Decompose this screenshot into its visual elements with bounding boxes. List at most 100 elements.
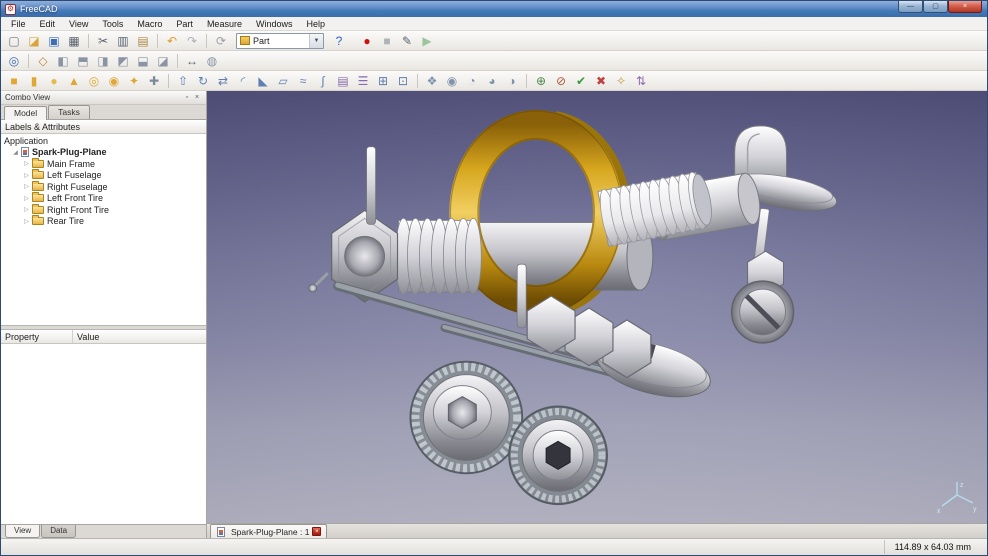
measure-distance-icon[interactable]: ↔ bbox=[183, 52, 201, 70]
macro-edit-icon[interactable]: ✎ bbox=[398, 32, 416, 50]
chamfer-icon[interactable]: ◣ bbox=[254, 72, 272, 90]
expander-icon[interactable]: ▷ bbox=[22, 195, 31, 202]
copy-icon[interactable]: ▥ bbox=[114, 32, 132, 50]
tree-root-application[interactable]: Application bbox=[1, 135, 206, 147]
print-icon[interactable]: ▦ bbox=[65, 32, 83, 50]
axonometric-view-icon[interactable]: ◇ bbox=[34, 52, 52, 70]
split-icon[interactable]: ⊘ bbox=[552, 72, 570, 90]
document-tab-label: Spark-Plug-Plane : 1 bbox=[231, 526, 310, 537]
tree-item[interactable]: ▷ Left Front Tire bbox=[1, 192, 206, 205]
macro-record-icon[interactable]: ● bbox=[358, 32, 376, 50]
intersection-icon[interactable]: ◑ bbox=[503, 72, 521, 90]
boolean-icon[interactable]: ◉ bbox=[443, 72, 461, 90]
fit-all-icon[interactable]: ◎ bbox=[5, 52, 23, 70]
tree-item[interactable]: ▷ Right Fuselage bbox=[1, 180, 206, 193]
revolve-icon[interactable]: ↻ bbox=[194, 72, 212, 90]
check-geometry-icon[interactable]: ✔ bbox=[572, 72, 590, 90]
cylinder-primitive-icon[interactable]: ▮ bbox=[25, 72, 43, 90]
rear-view-icon[interactable]: ◩ bbox=[114, 52, 132, 70]
offset-icon[interactable]: ⊞ bbox=[374, 72, 392, 90]
section-icon[interactable]: ▤ bbox=[334, 72, 352, 90]
maximize-button[interactable]: ▢ bbox=[923, 1, 948, 13]
fillet-icon[interactable]: ◜ bbox=[234, 72, 252, 90]
new-document-icon[interactable]: ▢ bbox=[5, 32, 23, 50]
menu-file[interactable]: File bbox=[4, 18, 33, 30]
refine-shape-icon[interactable]: ✧ bbox=[612, 72, 630, 90]
menu-part[interactable]: Part bbox=[169, 18, 200, 30]
convert-icon[interactable]: ⇅ bbox=[632, 72, 650, 90]
tree-item[interactable]: ▷ Rear Tire bbox=[1, 215, 206, 228]
document-tab[interactable]: Spark-Plug-Plane : 1 × bbox=[210, 524, 328, 538]
menu-tools[interactable]: Tools bbox=[95, 18, 130, 30]
spark-plug-plane-model[interactable] bbox=[207, 91, 987, 523]
expander-icon[interactable]: ▷ bbox=[22, 160, 31, 167]
expander-icon[interactable]: ▷ bbox=[22, 218, 31, 225]
tree-item[interactable]: ▷ Right Front Tire bbox=[1, 203, 206, 216]
tab-tasks[interactable]: Tasks bbox=[48, 105, 90, 119]
top-view-icon[interactable]: ⬒ bbox=[74, 52, 92, 70]
close-panel-icon[interactable]: × bbox=[192, 94, 202, 101]
union-icon[interactable]: ◕ bbox=[483, 72, 501, 90]
compound-icon[interactable]: ❖ bbox=[423, 72, 441, 90]
3d-viewport[interactable]: x y z bbox=[207, 91, 987, 523]
bottom-view-icon[interactable]: ⬓ bbox=[134, 52, 152, 70]
thickness-icon[interactable]: ⊡ bbox=[394, 72, 412, 90]
menu-view[interactable]: View bbox=[62, 18, 95, 30]
menu-measure[interactable]: Measure bbox=[200, 18, 249, 30]
expander-icon[interactable]: ▷ bbox=[22, 183, 31, 190]
left-view-icon[interactable]: ◪ bbox=[154, 52, 172, 70]
extrude-icon[interactable]: ⇧ bbox=[174, 72, 192, 90]
tab-view[interactable]: View bbox=[5, 525, 41, 538]
menu-windows[interactable]: Windows bbox=[249, 18, 300, 30]
tree-item[interactable]: ▷ Left Fuselage bbox=[1, 169, 206, 182]
tab-model[interactable]: Model bbox=[4, 106, 48, 120]
loft-icon[interactable]: ≈ bbox=[294, 72, 312, 90]
close-document-icon[interactable]: × bbox=[312, 527, 322, 536]
expander-icon[interactable]: ▷ bbox=[22, 206, 31, 213]
mirror-icon[interactable]: ⇄ bbox=[214, 72, 232, 90]
paste-icon[interactable]: ▤ bbox=[134, 32, 152, 50]
property-table-body[interactable] bbox=[1, 343, 206, 524]
expander-icon[interactable]: ◢ bbox=[11, 149, 20, 156]
sweep-icon[interactable]: ∫ bbox=[314, 72, 332, 90]
sphere-primitive-icon[interactable]: ● bbox=[45, 72, 63, 90]
front-view-icon[interactable]: ◧ bbox=[54, 52, 72, 70]
right-view-icon[interactable]: ◨ bbox=[94, 52, 112, 70]
open-document-icon[interactable]: ◪ bbox=[25, 32, 43, 50]
menu-help[interactable]: Help bbox=[299, 18, 332, 30]
cross-sections-icon[interactable]: ☰ bbox=[354, 72, 372, 90]
join-connect-icon[interactable]: ⊕ bbox=[532, 72, 550, 90]
defeaturing-icon[interactable]: ✖ bbox=[592, 72, 610, 90]
ruled-surface-icon[interactable]: ▱ bbox=[274, 72, 292, 90]
cut-icon[interactable]: ✂ bbox=[94, 32, 112, 50]
tube-primitive-icon[interactable]: ◉ bbox=[105, 72, 123, 90]
model-tree[interactable]: Application ◢ Spark-Plug-Plane ▷ Main Fr… bbox=[1, 134, 206, 325]
macro-stop-icon[interactable]: ■ bbox=[378, 32, 396, 50]
whats-this-icon[interactable]: ? bbox=[330, 32, 348, 50]
cut-boolean-icon[interactable]: ◔ bbox=[463, 72, 481, 90]
tree-item-project[interactable]: ◢ Spark-Plug-Plane bbox=[1, 147, 206, 159]
tab-data[interactable]: Data bbox=[41, 525, 77, 538]
undo-icon[interactable]: ↶ bbox=[163, 32, 181, 50]
box-primitive-icon[interactable]: ■ bbox=[5, 72, 23, 90]
draw-style-icon[interactable]: ◍ bbox=[203, 52, 221, 70]
macro-play-icon[interactable]: ▶ bbox=[418, 32, 436, 50]
icon-glyph: ☰ bbox=[357, 73, 369, 88]
save-icon[interactable]: ▣ bbox=[45, 32, 63, 50]
menu-edit[interactable]: Edit bbox=[33, 18, 63, 30]
tree-item[interactable]: ▷ Main Frame bbox=[1, 157, 206, 170]
refresh-icon[interactable]: ⟳ bbox=[212, 32, 230, 50]
create-primitives-icon[interactable]: ✦ bbox=[125, 72, 143, 90]
torus-primitive-icon[interactable]: ◎ bbox=[85, 72, 103, 90]
chevron-down-icon[interactable]: ▼ bbox=[309, 33, 323, 48]
shape-builder-icon[interactable]: ✚ bbox=[145, 72, 163, 90]
float-panel-icon[interactable]: ▫ bbox=[182, 94, 192, 101]
close-button[interactable]: × bbox=[948, 1, 982, 13]
workbench-selector[interactable]: Part ▼ bbox=[236, 32, 324, 49]
redo-icon[interactable]: ↷ bbox=[183, 32, 201, 50]
title-bar[interactable]: ⚙ FreeCAD — ▢ × bbox=[1, 1, 987, 17]
minimize-button[interactable]: — bbox=[898, 1, 923, 13]
expander-icon[interactable]: ▷ bbox=[22, 172, 31, 179]
menu-macro[interactable]: Macro bbox=[130, 18, 169, 30]
cone-primitive-icon[interactable]: ▲ bbox=[65, 72, 83, 90]
